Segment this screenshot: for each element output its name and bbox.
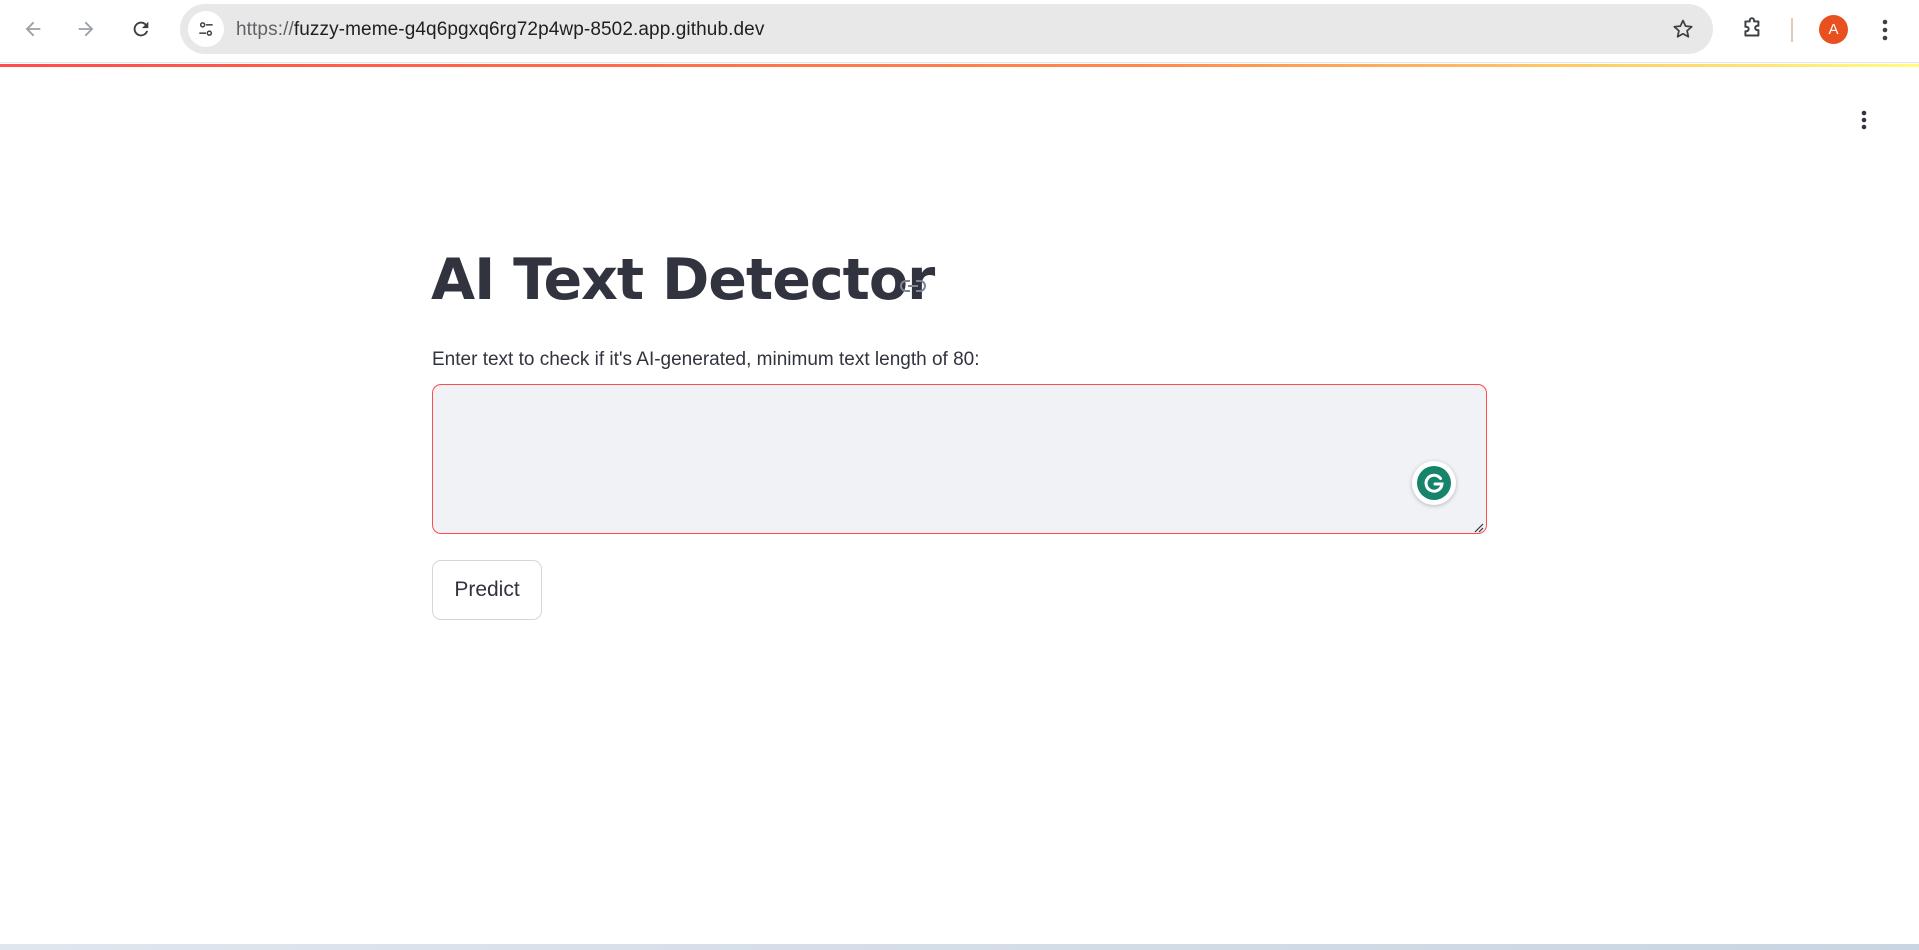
forward-button[interactable] [68,11,104,47]
back-button[interactable] [15,11,51,47]
url-scheme: https:// [236,19,294,40]
browser-toolbar: https://fuzzy-meme-g4q6pgxq6rg72p4wp-850… [0,0,1919,63]
grammarly-button[interactable] [1412,461,1456,505]
text-input-label: Enter text to check if it's AI-generated… [432,349,980,370]
puzzle-icon [1744,17,1760,37]
arrow-left-icon [25,21,41,37]
predict-button[interactable]: Predict [432,560,542,620]
address-bar[interactable]: https://fuzzy-meme-g4q6pgxq6rg72p4wp-850… [180,4,1713,54]
app-decoration-bar [0,64,1919,67]
chrome-menu-button[interactable] [1870,12,1900,48]
toolbar-divider [1791,18,1793,42]
profile-avatar[interactable]: A [1819,15,1848,44]
tune-icon [199,22,213,36]
taskbar-edge [0,944,1919,950]
title-anchor-link[interactable] [898,273,928,299]
resize-handle-icon[interactable] [1473,522,1484,533]
site-info-button[interactable] [188,11,224,47]
reload-icon [133,21,149,37]
app-main-menu-button[interactable] [1849,104,1879,136]
extensions-button[interactable] [1735,11,1771,47]
text-input-container [432,384,1487,534]
kebab-icon [1861,110,1867,130]
star-icon [1673,19,1693,38]
arrow-right-icon [78,21,94,37]
bookmark-button[interactable] [1669,15,1697,43]
link-icon [900,280,926,292]
reload-button[interactable] [123,11,159,47]
grammarly-icon [1417,466,1451,500]
url-text[interactable]: https://fuzzy-meme-g4q6pgxq6rg72p4wp-850… [236,19,764,41]
kebab-icon [1882,19,1888,41]
url-host: fuzzy-meme-g4q6pgxq6rg72p4wp-8502.app.gi… [293,19,765,40]
page-title: AI Text Detector [431,247,935,313]
text-input[interactable] [433,385,1486,533]
